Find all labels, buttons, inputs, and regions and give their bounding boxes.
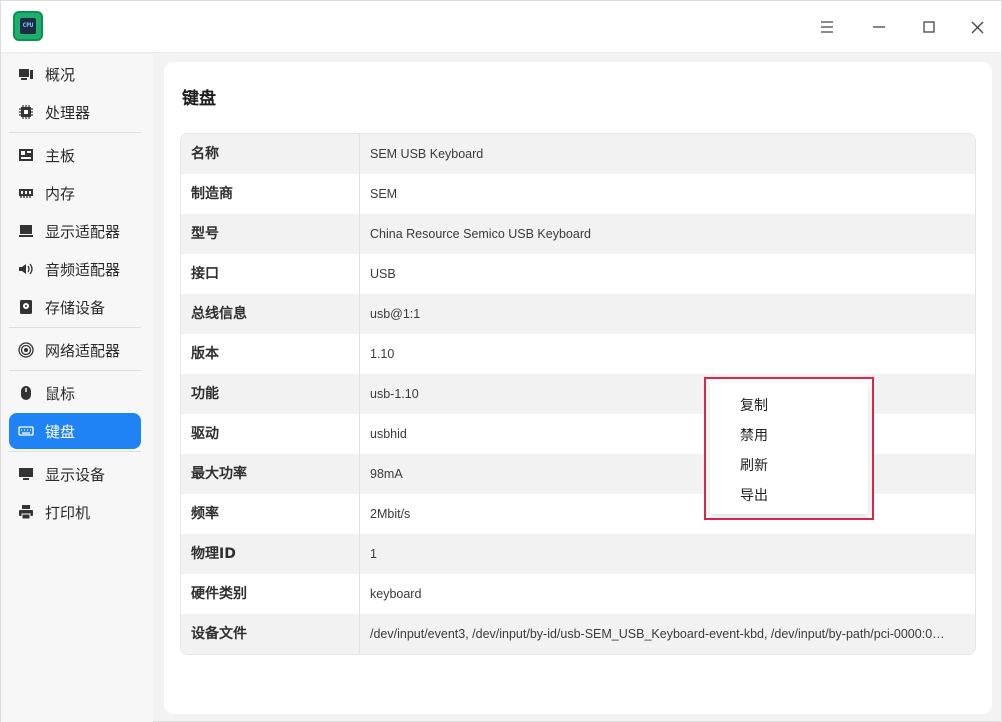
sidebar-item-label: 显示设备 — [45, 465, 106, 484]
sidebar-item-label: 音频适配器 — [45, 260, 121, 279]
row-value: usbhid — [370, 427, 407, 441]
row-key: 最大功率 — [181, 454, 360, 494]
keyboard-icon — [17, 422, 35, 440]
table-row[interactable]: 硬件类别 keyboard — [181, 574, 975, 614]
sidebar-item-overview[interactable]: 概况 — [9, 56, 141, 92]
sidebar-item-label: 显示适配器 — [45, 222, 121, 241]
sidebar-item-storage[interactable]: 存储设备 — [9, 289, 141, 325]
sidebar-item-label: 存储设备 — [45, 298, 106, 317]
sidebar-item-printer[interactable]: 打印机 — [9, 494, 141, 530]
sidebar-item-label: 内存 — [45, 184, 76, 203]
row-key: 功能 — [181, 374, 360, 414]
motherboard-icon — [17, 146, 35, 164]
table-row[interactable]: 名称 SEM USB Keyboard — [181, 134, 975, 174]
title-bar: CPU — [1, 1, 1001, 53]
audio-adapter-icon — [17, 260, 35, 278]
table-row[interactable]: 总线信息 usb@1:1 — [181, 294, 975, 334]
row-value: 2Mbit/s — [370, 507, 411, 521]
table-row[interactable]: 设备文件/dev/input/event3, /dev/input/by-id/… — [181, 614, 975, 654]
sidebar-item-label: 网络适配器 — [45, 341, 121, 360]
row-key: 驱动 — [181, 414, 360, 454]
row-value: 1 — [370, 547, 377, 561]
row-key: 设备文件 — [181, 614, 360, 654]
sidebar-item-keyboard[interactable]: 键盘 — [9, 413, 141, 449]
maximize-icon[interactable] — [911, 9, 947, 45]
page-title: 键盘 — [182, 89, 216, 109]
table-row[interactable]: 型号 China Resource Semico USB Keyboard — [181, 214, 975, 254]
row-value: China Resource Semico USB Keyboard — [370, 227, 591, 241]
sidebar-item-audio-adapter[interactable]: 音频适配器 — [9, 251, 141, 287]
row-key: 频率 — [181, 494, 360, 534]
table-row[interactable]: 物理ID 1 — [181, 534, 975, 574]
device-manager-window: CPU 概况 处理器 主板 内存 显示适配器 音频适配器 存储设备 网络适配器 … — [0, 0, 1002, 722]
sidebar-item-display-adapter[interactable]: 显示适配器 — [9, 213, 141, 249]
sidebar-item-label: 键盘 — [45, 422, 76, 441]
app-icon-label: CPU — [20, 18, 36, 34]
row-value: usb-1.10 — [370, 387, 419, 401]
row-key: 物理ID — [181, 534, 360, 574]
sidebar-item-network-adapter[interactable]: 网络适配器 — [9, 332, 141, 368]
sidebar-item-label: 处理器 — [45, 103, 91, 122]
mouse-icon — [17, 384, 35, 402]
memory-icon — [17, 184, 35, 202]
row-key: 硬件类别 — [181, 574, 360, 614]
display-adapter-icon — [17, 222, 35, 240]
row-key: 版本 — [181, 334, 360, 374]
row-value: USB — [370, 267, 396, 281]
row-value: 98mA — [370, 467, 403, 481]
context-menu-copy[interactable]: 复制 — [710, 391, 868, 421]
row-value: 1.10 — [370, 347, 395, 361]
monitor-icon — [17, 465, 35, 483]
table-row[interactable]: 版本 1.10 — [181, 334, 975, 374]
sidebar-item-cpu[interactable]: 处理器 — [9, 94, 141, 130]
table-row[interactable]: 接口 USB — [181, 254, 975, 294]
sidebar-item-memory[interactable]: 内存 — [9, 175, 141, 211]
context-menu-disable[interactable]: 禁用 — [710, 421, 868, 451]
row-value: /dev/input/event3, /dev/input/by-id/usb-… — [370, 627, 945, 641]
row-key: 型号 — [181, 214, 360, 254]
sidebar-divider — [9, 327, 141, 328]
sidebar-divider — [9, 370, 141, 371]
printer-icon — [17, 503, 35, 521]
sidebar-item-label: 打印机 — [45, 503, 91, 522]
storage-icon — [17, 298, 35, 316]
sidebar-divider — [9, 451, 141, 452]
row-value: keyboard — [370, 587, 422, 601]
row-key: 接口 — [181, 254, 360, 294]
row-value: usb@1:1 — [370, 307, 421, 321]
close-icon[interactable] — [959, 9, 995, 45]
sidebar-divider — [9, 132, 141, 133]
sidebar-item-mouse[interactable]: 鼠标 — [9, 375, 141, 411]
overview-icon — [17, 65, 35, 83]
sidebar-item-label: 概况 — [45, 65, 76, 84]
context-menu-refresh[interactable]: 刷新 — [710, 451, 868, 481]
row-key: 名称 — [181, 134, 360, 174]
table-row[interactable]: 制造商 SEM — [181, 174, 975, 214]
sidebar-item-label: 鼠标 — [45, 384, 76, 403]
network-adapter-icon — [17, 341, 35, 359]
cpu-icon — [17, 103, 35, 121]
context-menu-export[interactable]: 导出 — [710, 481, 868, 511]
hamburger-menu-icon[interactable] — [809, 9, 845, 45]
context-menu: 复制 禁用 刷新 导出 — [704, 377, 874, 520]
cpu-app-icon: CPU — [13, 11, 43, 41]
sidebar-item-motherboard[interactable]: 主板 — [9, 137, 141, 173]
sidebar-item-label: 主板 — [45, 146, 76, 165]
minimize-icon[interactable] — [861, 9, 897, 45]
sidebar: 概况 处理器 主板 内存 显示适配器 音频适配器 存储设备 网络适配器 鼠标 键… — [1, 54, 153, 722]
row-value: SEM — [370, 187, 398, 201]
context-menu-panel: 复制 禁用 刷新 导出 — [710, 383, 868, 514]
row-key: 总线信息 — [181, 294, 360, 334]
row-value: SEM USB Keyboard — [370, 147, 484, 161]
sidebar-item-monitor[interactable]: 显示设备 — [9, 456, 141, 492]
row-key: 制造商 — [181, 174, 360, 214]
